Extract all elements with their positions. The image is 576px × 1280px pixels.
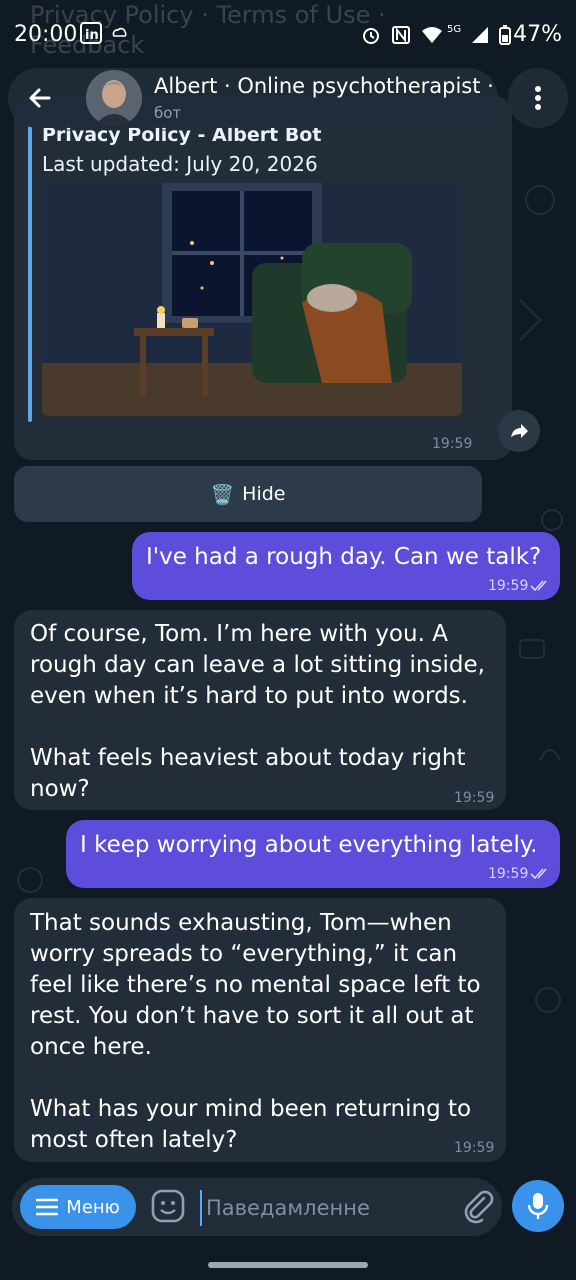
message-input[interactable]: [200, 1190, 458, 1226]
message-time: 19:59: [454, 790, 495, 806]
link-preview-time: 19:59: [432, 436, 473, 452]
status-time: 20:00: [14, 22, 78, 47]
hide-button[interactable]: 🗑️ Hide: [14, 466, 482, 522]
message-text: Of course, Tom. I’m here with you. A rou…: [30, 621, 485, 802]
message-time: 19:59: [454, 1140, 495, 1156]
svg-text:in: in: [85, 28, 99, 43]
network-type: 5G: [446, 24, 462, 35]
hamburger-icon: [36, 1198, 59, 1216]
share-button[interactable]: [498, 410, 540, 452]
menu-button-label: Меню: [66, 1196, 120, 1218]
arrow-left-icon: [29, 88, 51, 108]
link-preview-date: Last updated: July 20, 2026: [42, 152, 318, 176]
nfc-icon: [391, 25, 410, 44]
message-text: That sounds exhausting, Tom—when worry s…: [30, 910, 481, 1153]
status-right-icons: 5G 47%: [361, 22, 562, 47]
battery-icon: [499, 24, 512, 45]
message-bubble-incoming[interactable]: Of course, Tom. I’m here with you. A rou…: [14, 610, 506, 810]
chat-subtitle: бот: [154, 104, 182, 122]
microphone-icon: [527, 1193, 549, 1219]
forward-arrow-icon: [511, 424, 528, 438]
message-time: 19:59: [488, 866, 529, 882]
microphone-button[interactable]: [512, 1180, 564, 1232]
more-vertical-icon: [535, 86, 541, 110]
trash-icon: 🗑️: [210, 483, 235, 506]
message-bubble-incoming[interactable]: That sounds exhausting, Tom—when worry s…: [14, 898, 506, 1162]
link-accent-bar: [28, 126, 32, 422]
cloud-sync-icon: [112, 27, 127, 37]
status-left-icons: in: [80, 22, 128, 44]
sticker-icon[interactable]: [150, 1188, 186, 1224]
chat-header[interactable]: Albert · Online psychotherapist · бот: [8, 68, 498, 128]
chat-title: Albert · Online psychotherapist ·: [154, 74, 494, 98]
battery-level: 47%: [513, 22, 562, 47]
status-bar: 20:00 in 5G 47%: [0, 0, 576, 72]
message-text: I keep worrying about everything lately.: [80, 832, 538, 858]
more-options-button[interactable]: [508, 68, 568, 128]
message-bubble-outgoing[interactable]: I've had a rough day. Can we talk? 19:59: [132, 532, 560, 600]
message-text: I've had a rough day. Can we talk?: [146, 544, 542, 570]
wifi-icon: [421, 26, 442, 43]
message-bubble-outgoing[interactable]: I keep worrying about everything lately.…: [66, 820, 560, 888]
hide-button-label: Hide: [242, 483, 286, 505]
paperclip-icon[interactable]: [460, 1188, 496, 1224]
menu-button[interactable]: Меню: [20, 1185, 136, 1229]
double-check-icon: [530, 868, 547, 880]
alarm-icon: [362, 27, 379, 44]
double-check-icon: [530, 580, 547, 592]
home-indicator[interactable]: [208, 1262, 368, 1268]
avatar[interactable]: [86, 70, 142, 126]
link-preview-image[interactable]: [42, 183, 462, 416]
message-time: 19:59: [488, 578, 529, 594]
linkedin-icon: in: [80, 22, 102, 44]
signal-icon: [472, 26, 489, 43]
back-button[interactable]: [20, 78, 60, 118]
